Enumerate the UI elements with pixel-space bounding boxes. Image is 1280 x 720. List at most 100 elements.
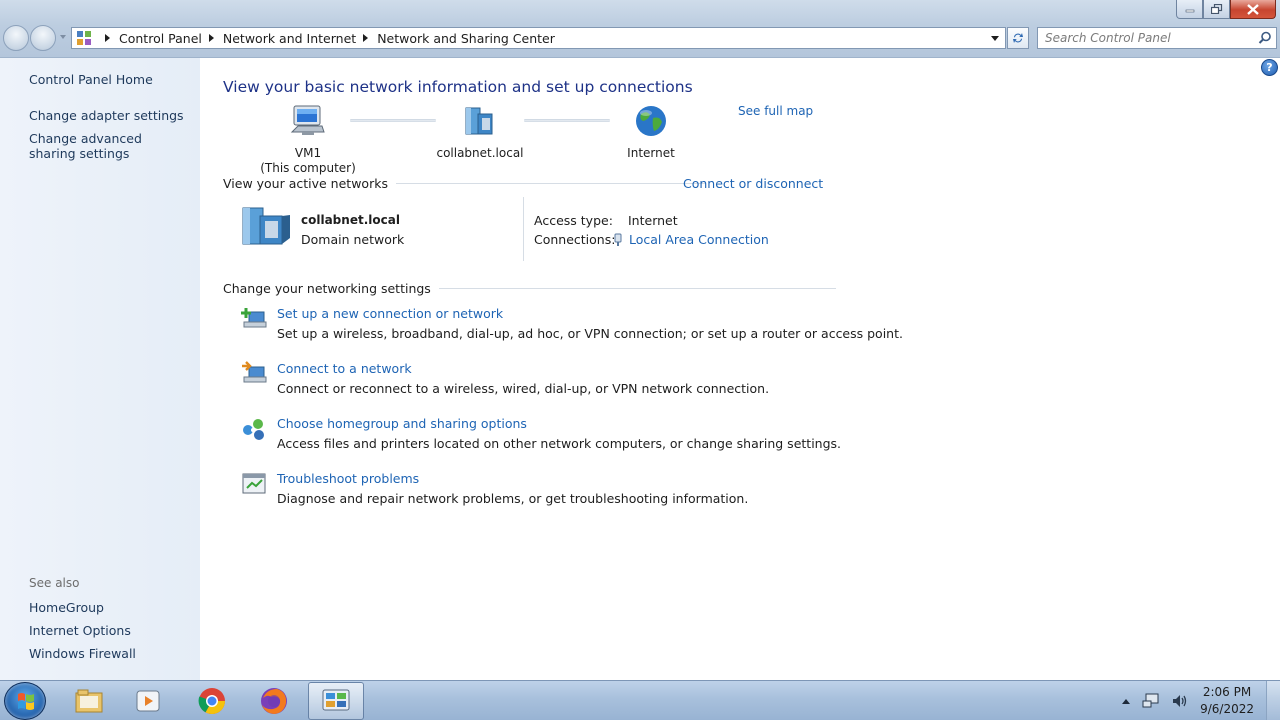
- breadcrumb-separator[interactable]: [105, 34, 110, 42]
- task-description: Connect or reconnect to a wireless, wire…: [277, 381, 770, 396]
- network-type-link[interactable]: Domain network: [301, 232, 404, 247]
- active-networks-heading: View your active networks: [223, 176, 706, 191]
- change-advanced-sharing-settings-link[interactable]: Change advanced sharing settings: [29, 131, 189, 161]
- network-tray-icon: [1142, 693, 1159, 708]
- search-icon[interactable]: [1258, 31, 1272, 45]
- address-bar[interactable]: Control Panel Network and Internet Netwo…: [71, 27, 1006, 49]
- connection-name: Local Area Connection: [629, 232, 769, 247]
- search-box: [1037, 27, 1277, 49]
- task-troubleshoot: Troubleshoot problems Diagnose and repai…: [240, 471, 840, 511]
- vertical-divider: [523, 197, 524, 261]
- page-title: View your basic network information and …: [223, 78, 693, 96]
- task-new-connection: Set up a new connection or network Set u…: [240, 306, 903, 346]
- taskbar: 2:06 PM 9/6/2022: [0, 680, 1280, 720]
- taskbar-windows-explorer[interactable]: [61, 682, 117, 720]
- networking-settings-heading: Change your networking settings: [223, 281, 836, 296]
- breadcrumb-separator[interactable]: [363, 34, 369, 42]
- see-full-map-link[interactable]: See full map: [738, 104, 813, 118]
- system-clock[interactable]: 2:06 PM 9/6/2022: [1200, 684, 1254, 718]
- address-dropdown-icon[interactable]: [991, 36, 999, 41]
- close-button[interactable]: [1230, 0, 1276, 19]
- back-button[interactable]: [3, 25, 29, 51]
- control-panel-home-link[interactable]: Control Panel Home: [29, 72, 153, 87]
- homegroup-link[interactable]: HomeGroup: [29, 600, 104, 615]
- section-divider: [395, 183, 706, 184]
- left-navigation-pane: Control Panel Home Change adapter settin…: [0, 58, 200, 680]
- access-type-value: Internet: [628, 213, 678, 228]
- show-hidden-icons-button[interactable]: [1121, 697, 1131, 705]
- clock-date: 9/6/2022: [1200, 702, 1254, 716]
- speaker-icon: [1173, 695, 1187, 707]
- connect-or-disconnect-link[interactable]: Connect or disconnect: [683, 176, 823, 191]
- domain-network-icon: [465, 107, 493, 135]
- notification-area: 2:06 PM 9/6/2022: [1121, 681, 1280, 720]
- internet-node-name: Internet: [627, 146, 675, 160]
- minimize-button[interactable]: [1176, 0, 1203, 19]
- chevron-up-icon: [1122, 699, 1131, 704]
- task-description: Set up a wireless, broadband, dial-up, a…: [277, 326, 903, 341]
- see-also-heading: See also: [29, 576, 80, 590]
- chrome-icon: [198, 688, 226, 715]
- help-icon[interactable]: ?: [1261, 59, 1278, 76]
- connections-label: Connections:: [534, 232, 616, 247]
- troubleshoot-problems-link[interactable]: Troubleshoot problems: [277, 471, 419, 486]
- forward-button[interactable]: [30, 25, 56, 51]
- homegroup-sharing-options-link[interactable]: Choose homegroup and sharing options: [277, 416, 527, 431]
- window-controls: [1176, 0, 1276, 21]
- computer-node-subtitle: (This computer): [260, 161, 356, 175]
- network-tray-button[interactable]: [1142, 693, 1160, 709]
- breadcrumb-network-and-sharing-center[interactable]: Network and Sharing Center: [377, 28, 555, 48]
- breadcrumb-control-panel[interactable]: Control Panel: [119, 28, 202, 48]
- control-panel-icon: [77, 31, 91, 45]
- restore-icon: [1210, 4, 1222, 14]
- active-network-panel: collabnet.local Domain network Access ty…: [240, 197, 810, 263]
- firefox-icon: [261, 688, 287, 714]
- section-divider: [438, 288, 836, 289]
- breadcrumb-network-and-internet[interactable]: Network and Internet: [223, 28, 356, 48]
- ethernet-cable-icon: [614, 233, 622, 246]
- networking-settings-heading-text: Change your networking settings: [223, 281, 431, 296]
- media-player-icon: [136, 690, 160, 712]
- set-up-new-connection-link[interactable]: Set up a new connection or network: [277, 306, 503, 321]
- network-map-internet-node[interactable]: Internet: [601, 104, 701, 161]
- recent-pages-dropdown[interactable]: [60, 35, 66, 39]
- start-button[interactable]: [4, 682, 46, 720]
- network-map-domain-node[interactable]: collabnet.local: [430, 104, 530, 161]
- task-description: Diagnose and repair network problems, or…: [277, 491, 749, 506]
- network-map-connector: [524, 119, 610, 122]
- refresh-button[interactable]: [1007, 27, 1029, 49]
- change-adapter-settings-link[interactable]: Change adapter settings: [29, 108, 184, 123]
- connect-to-network-link[interactable]: Connect to a network: [277, 361, 412, 376]
- show-desktop-button[interactable]: [1266, 681, 1280, 720]
- restore-button[interactable]: [1203, 0, 1230, 19]
- task-description: Access files and printers located on oth…: [277, 436, 842, 451]
- refresh-icon: [1013, 33, 1023, 43]
- clock-time: 2:06 PM: [1202, 685, 1252, 699]
- volume-tray-button[interactable]: [1171, 693, 1189, 709]
- domain-network-icon: [242, 207, 290, 245]
- internet-options-link[interactable]: Internet Options: [29, 623, 131, 638]
- access-type-label: Access type:: [534, 213, 613, 228]
- homegroup-icon: [243, 419, 264, 440]
- window-chrome: Control Panel Network and Internet Netwo…: [0, 0, 1280, 58]
- navigation-buttons: [3, 25, 69, 51]
- task-homegroup: Choose homegroup and sharing options Acc…: [240, 416, 842, 456]
- computer-node-name: VM1: [294, 146, 322, 160]
- taskbar-chrome[interactable]: [184, 682, 240, 720]
- globe-icon: [636, 106, 666, 136]
- breadcrumb-separator[interactable]: [208, 34, 214, 42]
- taskbar-media-player[interactable]: [120, 682, 176, 720]
- network-map-computer-node[interactable]: VM1 (This computer): [258, 104, 358, 176]
- main-content: ? View your basic network information an…: [200, 58, 1280, 680]
- search-input[interactable]: [1038, 28, 1248, 48]
- minimize-icon: [1185, 9, 1194, 13]
- computer-icon: [290, 105, 325, 135]
- taskbar-firefox[interactable]: [246, 682, 302, 720]
- troubleshoot-icon: [242, 473, 266, 494]
- windows-firewall-link[interactable]: Windows Firewall: [29, 646, 136, 661]
- network-map-connector: [350, 119, 436, 122]
- local-area-connection-link[interactable]: Local Area Connection: [613, 232, 769, 247]
- taskbar-network-and-sharing-center[interactable]: [308, 682, 364, 720]
- active-networks-heading-text: View your active networks: [223, 176, 388, 191]
- close-icon: [1247, 3, 1259, 15]
